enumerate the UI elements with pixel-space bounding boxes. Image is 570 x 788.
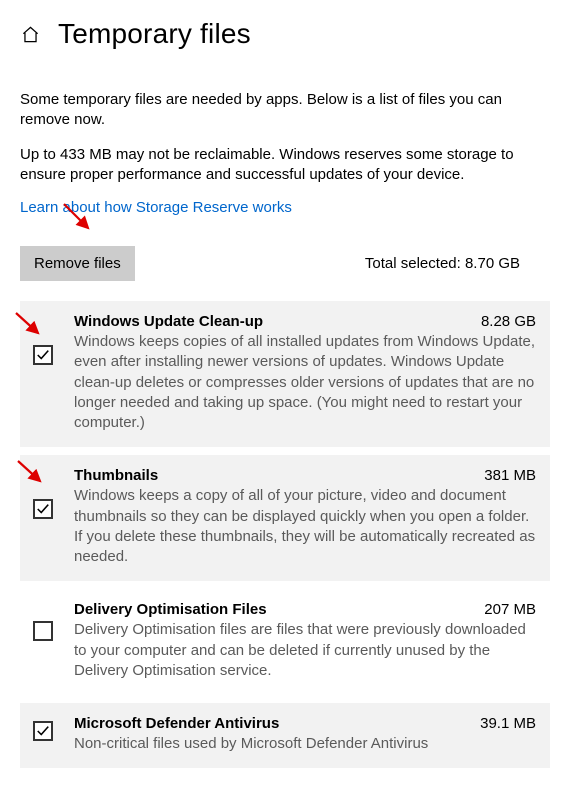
- item-name: Microsoft Defender Antivirus: [74, 715, 279, 732]
- storage-reserve-link[interactable]: Learn about how Storage Reserve works: [20, 199, 292, 216]
- page-title: Temporary files: [58, 18, 251, 50]
- item-description: Windows keeps a copy of all of your pict…: [74, 486, 536, 567]
- intro-text-1: Some temporary files are needed by apps.…: [20, 90, 550, 131]
- item-description: Delivery Optimisation files are files th…: [74, 620, 536, 681]
- list-item[interactable]: Microsoft Defender Antivirus 39.1 MB Non…: [20, 703, 550, 768]
- item-size: 381 MB: [484, 467, 536, 484]
- total-selected-label: Total selected: 8.70 GB: [365, 255, 520, 272]
- list-item[interactable]: Thumbnails 381 MB Windows keeps a copy o…: [20, 455, 550, 581]
- item-name: Windows Update Clean-up: [74, 313, 263, 330]
- home-icon[interactable]: [20, 24, 40, 44]
- item-description: Windows keeps copies of all installed up…: [74, 332, 536, 433]
- item-name: Delivery Optimisation Files: [74, 601, 267, 618]
- list-item[interactable]: Delivery Optimisation Files 207 MB Deliv…: [20, 589, 550, 695]
- intro-text-2: Up to 433 MB may not be reclaimable. Win…: [20, 145, 550, 186]
- checkbox-thumbnails[interactable]: [33, 499, 53, 519]
- checkbox-delivery-optimisation[interactable]: [33, 621, 53, 641]
- item-size: 39.1 MB: [480, 715, 536, 732]
- list-item[interactable]: Windows Update Clean-up 8.28 GB Windows …: [20, 301, 550, 447]
- item-description: Non-critical files used by Microsoft Def…: [74, 734, 536, 754]
- item-size: 207 MB: [484, 601, 536, 618]
- file-category-list: Windows Update Clean-up 8.28 GB Windows …: [20, 301, 550, 768]
- item-size: 8.28 GB: [481, 313, 536, 330]
- checkbox-windows-update-cleanup[interactable]: [33, 345, 53, 365]
- remove-files-button[interactable]: Remove files: [20, 246, 135, 281]
- checkbox-defender-antivirus[interactable]: [33, 721, 53, 741]
- item-name: Thumbnails: [74, 467, 158, 484]
